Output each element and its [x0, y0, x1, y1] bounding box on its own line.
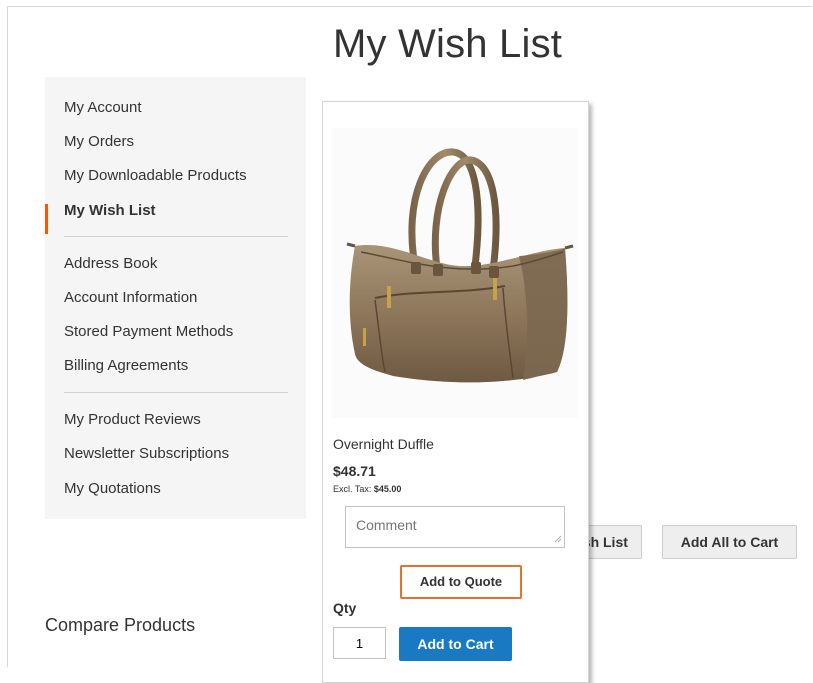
- sidebar-item-product-reviews[interactable]: My Product Reviews: [64, 411, 201, 428]
- duffle-bag-image: [346, 148, 574, 383]
- product-price: $48.71: [333, 463, 376, 479]
- sidebar-item-my-account[interactable]: My Account: [64, 99, 142, 116]
- sidebar-item-my-wish-list[interactable]: My Wish List: [64, 202, 156, 219]
- comment-field[interactable]: [345, 506, 565, 548]
- compare-products-title: Compare Products: [45, 615, 196, 635]
- excl-tax-value: $45.00: [373, 484, 402, 494]
- excl-tax-label: Excl. Tax:: [333, 484, 372, 494]
- product-photo[interactable]: [333, 128, 578, 418]
- account-sidebar-nav: My Account My Orders My Downloadable Pro…: [45, 77, 306, 519]
- excl-tax-price: Excl. Tax: $45.00: [333, 484, 401, 494]
- sidebar-divider: [64, 392, 288, 393]
- sidebar-item-address-book[interactable]: Address Book: [64, 255, 157, 272]
- sidebar-divider: [64, 236, 288, 237]
- sidebar-item-newsletter-subscriptions[interactable]: Newsletter Subscriptions: [64, 445, 229, 462]
- product-name-link[interactable]: Overnight Duffle: [333, 436, 434, 452]
- add-all-to-cart-button[interactable]: Add All to Cart: [662, 525, 797, 559]
- sidebar-item-my-orders[interactable]: My Orders: [64, 133, 134, 150]
- page-title: My Wish List: [333, 22, 563, 66]
- qty-input[interactable]: [333, 627, 386, 659]
- add-to-cart-button[interactable]: Add to Cart: [399, 627, 512, 661]
- sidebar-item-stored-payment-methods[interactable]: Stored Payment Methods: [64, 323, 233, 340]
- sidebar-item-billing-agreements[interactable]: Billing Agreements: [64, 357, 188, 374]
- add-to-quote-button[interactable]: Add to Quote: [400, 565, 522, 599]
- sidebar-item-my-quotations[interactable]: My Quotations: [64, 480, 161, 497]
- sidebar-item-downloadable-products[interactable]: My Downloadable Products: [64, 167, 247, 184]
- sidebar-item-account-information[interactable]: Account Information: [64, 289, 197, 306]
- current-item-marker: [45, 204, 48, 234]
- qty-label: Qty: [333, 600, 357, 616]
- resize-grip-icon[interactable]: [553, 534, 562, 543]
- wishlist-product-card: Overnight Duffle $48.71 Excl. Tax: $45.0…: [322, 101, 589, 683]
